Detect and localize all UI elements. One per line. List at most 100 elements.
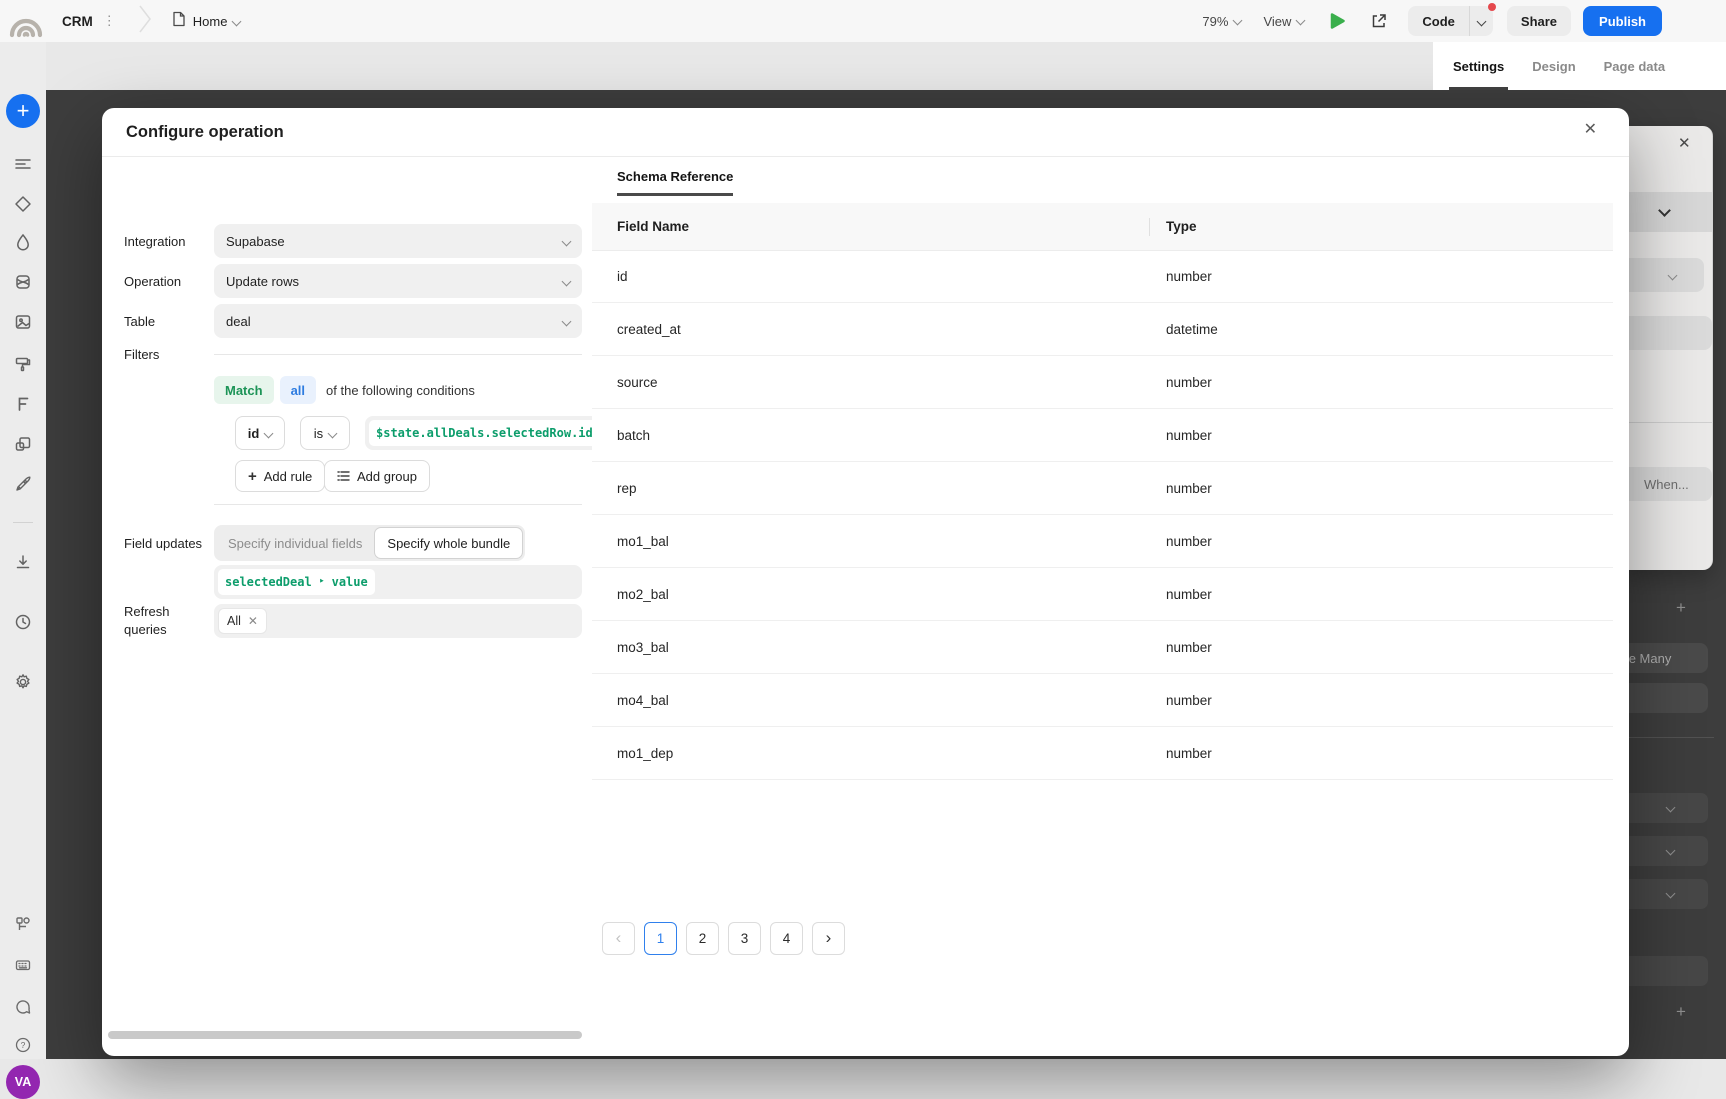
backdrop-panel-header[interactable] xyxy=(1620,192,1712,232)
field-name-cell: mo1_dep xyxy=(617,746,1166,761)
open-external-icon[interactable] xyxy=(1370,12,1388,30)
rule-operator-select[interactable]: is xyxy=(300,416,350,450)
bundle-binding-field[interactable]: selectedDeal ‣ value xyxy=(214,565,582,599)
frames-icon[interactable] xyxy=(13,434,33,454)
remove-tag-icon[interactable]: ✕ xyxy=(248,614,258,628)
code-button[interactable]: Code xyxy=(1408,6,1469,36)
user-avatar[interactable]: VA xyxy=(6,1065,40,1099)
field-name-cell: batch xyxy=(617,428,1166,443)
image-icon[interactable] xyxy=(13,312,33,332)
rail-divider xyxy=(13,522,33,523)
operation-select[interactable]: Update rows xyxy=(214,264,582,298)
backdrop-divider-2 xyxy=(1629,737,1714,738)
view-dropdown[interactable]: View xyxy=(1263,14,1304,29)
field-type-cell: datetime xyxy=(1166,322,1218,337)
tab-design[interactable]: Design xyxy=(1532,59,1575,74)
notification-dot xyxy=(1488,3,1496,11)
operation-label: Operation xyxy=(124,274,181,289)
pagination: ‹ 1234 › xyxy=(602,922,845,955)
backdrop-add-icon[interactable]: + xyxy=(1676,598,1686,618)
match-chip[interactable]: Match xyxy=(214,376,274,404)
backdrop-select[interactable] xyxy=(1620,258,1704,292)
page-button-1[interactable]: 1 xyxy=(644,922,677,955)
add-icon[interactable]: + xyxy=(6,94,40,128)
tab-settings[interactable]: Settings xyxy=(1453,59,1504,74)
field-type-cell: number xyxy=(1166,269,1212,284)
breadcrumb-page-name[interactable]: Home xyxy=(193,14,228,29)
rocket-icon[interactable] xyxy=(13,474,33,494)
paint-icon[interactable] xyxy=(13,354,33,374)
table-row: mo3_balnumber xyxy=(592,621,1613,674)
field-name-cell: mo2_bal xyxy=(617,587,1166,602)
filters-label: Filters xyxy=(124,347,159,362)
integration-select[interactable]: Supabase xyxy=(214,224,582,258)
specify-individual-fields-option[interactable]: Specify individual fields xyxy=(216,527,374,559)
preview-play-button[interactable] xyxy=(1326,10,1348,32)
publish-button[interactable]: Publish xyxy=(1583,6,1662,36)
table-row: repnumber xyxy=(592,462,1613,515)
svg-text:?: ? xyxy=(21,1040,26,1050)
settings-gear-icon[interactable] xyxy=(13,672,33,692)
field-name-cell: id xyxy=(617,269,1166,284)
field-type-cell: number xyxy=(1166,534,1212,549)
drop-icon[interactable] xyxy=(13,232,33,252)
tab-page-data[interactable]: Page data xyxy=(1604,59,1665,74)
diamond-icon[interactable] xyxy=(13,194,33,214)
field-type-cell: number xyxy=(1166,640,1212,655)
plus-icon: + xyxy=(248,469,257,484)
add-rule-button[interactable]: +Add rule xyxy=(235,460,325,492)
section-divider xyxy=(214,504,582,505)
table-label: Table xyxy=(124,314,155,329)
typography-icon[interactable] xyxy=(13,394,33,414)
download-icon[interactable] xyxy=(13,552,33,572)
field-name-cell: source xyxy=(617,375,1166,390)
group-icon xyxy=(337,470,350,482)
modal-close-icon[interactable]: ✕ xyxy=(1584,122,1597,138)
refresh-queries-field[interactable]: All✕ xyxy=(214,604,582,638)
field-type-cell: number xyxy=(1166,746,1212,761)
table-select[interactable]: deal xyxy=(214,304,582,338)
field-name-cell: mo4_bal xyxy=(617,693,1166,708)
tab-schema-reference[interactable]: Schema Reference xyxy=(617,169,733,196)
page-button-3[interactable]: 3 xyxy=(728,922,761,955)
field-name-cell: mo1_bal xyxy=(617,534,1166,549)
specify-whole-bundle-option[interactable]: Specify whole bundle xyxy=(374,527,523,559)
match-mode-chip[interactable]: all xyxy=(280,376,316,404)
backdrop-add-icon-2[interactable]: + xyxy=(1676,1002,1686,1022)
components-icon[interactable] xyxy=(13,272,33,292)
help-icon[interactable]: ? xyxy=(14,1036,32,1054)
next-page-button[interactable]: › xyxy=(812,922,845,955)
integration-label: Integration xyxy=(124,234,185,249)
backdrop-divider xyxy=(1620,422,1712,423)
field-updates-segmented-control: Specify individual fields Specify whole … xyxy=(214,525,525,561)
history-icon[interactable] xyxy=(13,612,33,632)
field-name-cell: rep xyxy=(617,481,1166,496)
rule-field-select[interactable]: id xyxy=(235,416,285,450)
code-dropdown-button[interactable] xyxy=(1469,6,1493,36)
field-type-cell: number xyxy=(1166,375,1212,390)
top-bar: CRM ⋮ Home 79% View Code Share Publish xyxy=(0,0,1726,42)
keyboard-icon[interactable] xyxy=(14,956,32,974)
schema-table-body: idnumbercreated_atdatetimesourcenumberba… xyxy=(592,250,1613,780)
rule-value-formula-input[interactable]: $state.allDeals.selectedRow.id xyxy=(365,416,592,450)
plugins-icon[interactable] xyxy=(14,915,32,933)
add-group-button[interactable]: Add group xyxy=(324,460,430,492)
table-row: sourcenumber xyxy=(592,356,1613,409)
layers-icon[interactable] xyxy=(13,154,33,174)
zoom-level-dropdown[interactable]: 79% xyxy=(1202,14,1241,29)
backdrop-panel-close-icon[interactable]: ✕ xyxy=(1678,134,1691,152)
modal-header: Configure operation ✕ xyxy=(102,108,1629,157)
app-menu-kebab-icon[interactable]: ⋮ xyxy=(103,13,116,29)
backdrop-rows-field[interactable]: rows xyxy=(1620,316,1712,350)
previous-page-button[interactable]: ‹ xyxy=(602,922,635,955)
table-row: batchnumber xyxy=(592,409,1613,462)
horizontal-scrollbar[interactable] xyxy=(108,1031,582,1039)
page-dropdown-chevron-icon[interactable] xyxy=(232,16,242,26)
page-button-4[interactable]: 4 xyxy=(770,922,803,955)
field-type-cell: number xyxy=(1166,481,1212,496)
share-button[interactable]: Share xyxy=(1507,6,1571,36)
backdrop-when-field[interactable]: When... xyxy=(1620,467,1712,501)
column-divider xyxy=(1149,218,1150,236)
page-button-2[interactable]: 2 xyxy=(686,922,719,955)
chat-icon[interactable] xyxy=(14,998,32,1016)
